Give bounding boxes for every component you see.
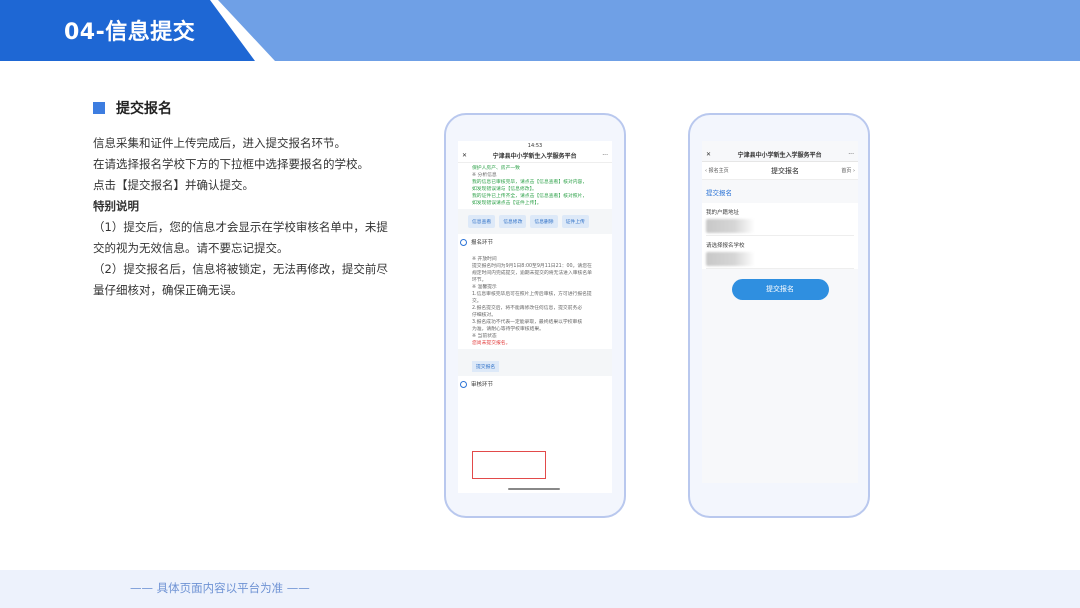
close-icon[interactable]: ✕: [462, 152, 467, 159]
status-line: 保护人房产、房产一致: [472, 166, 520, 171]
status-bar: [702, 141, 858, 148]
step-review: 审核环节: [458, 376, 612, 392]
close-icon[interactable]: ✕: [706, 151, 711, 158]
instruction-line: （2）提交报名后，信息将被锁定，无法再修改，提交前尽: [93, 262, 388, 276]
note-line: ※ 当前状态: [472, 334, 497, 339]
info-status-block: 保护人房产、房产一致 ※ 分析信息 我的信息已审核完毕，请点击【信息查看】核对内…: [458, 163, 612, 209]
sub-nav: ‹ 报名主页 提交报名 首页 ›: [702, 162, 858, 180]
phone-mockup-submit: ✕ 宁津县中小学新生入学服务平台 ··· ‹ 报名主页 提交报名 首页 › 提交…: [688, 113, 870, 518]
note-line: 交。: [472, 299, 482, 304]
note-line: 为准，请耐心等待学校审核结果。: [472, 327, 544, 332]
school-select-value[interactable]: [706, 252, 788, 266]
app-title: 宁津县中小学新生入学服务平台: [492, 153, 577, 160]
submit-form: 我的户籍地址 请选择报名学校: [702, 203, 858, 269]
app-nav-bar: ✕ 宁津县中小学新生入学服务平台 ···: [458, 149, 612, 163]
footer-note: —— 具体页面内容以平台为准 ——: [130, 581, 310, 595]
more-icon[interactable]: ···: [602, 152, 608, 159]
submit-registration-button[interactable]: 提交报名: [731, 279, 829, 300]
instruction-line: 点击【提交报名】并确认提交。: [93, 178, 254, 192]
info-edit-button[interactable]: 信息修改: [499, 215, 527, 228]
status-line: 如发现错误请与【信息修改】。: [472, 187, 537, 192]
special-note-heading: 特别说明: [93, 199, 139, 213]
step-label: 报名环节: [471, 240, 494, 246]
note-line: 1.信息审核完毕后可在照片上传后审核，方可进行报名提: [472, 292, 592, 297]
bullet-square-icon: [93, 102, 105, 114]
instruction-line: （1）提交后，您的信息才会显示在学校审核名单中，未提: [93, 220, 388, 234]
home-link[interactable]: 首页 ›: [841, 167, 855, 174]
instruction-line: 信息采集和证件上传完成后，进入提交报名环节。: [93, 136, 346, 150]
phone-screen: 14:53 ✕ 宁津县中小学新生入学服务平台 ··· 保护人房产、房产一致 ※ …: [458, 141, 612, 493]
household-address-value: [706, 219, 788, 233]
highlight-box: [472, 451, 546, 479]
status-line: 如发现错误请点击【证件上传】。: [472, 201, 542, 206]
instruction-line: 在请选择报名学校下方的下拉框中选择要报名的学校。: [93, 157, 369, 171]
note-line: 2.报名提交后，将不能再修改任何信息，提交前务必: [472, 306, 583, 311]
instructions-section: 提交报名 信息采集和证件上传完成后，进入提交报名环节。 在请选择报名学校下方的下…: [93, 98, 393, 301]
back-link[interactable]: ‹ 报名主页: [705, 167, 729, 174]
page-title: 04-信息提交: [64, 20, 196, 45]
school-select-label: 请选择报名学校: [706, 243, 745, 249]
note-line: 提交报名时间为9月1日8:00至9月11日21：00。请您在: [472, 264, 592, 269]
status-line: 我的信息已审核完毕，请点击【信息查看】核对内容，: [472, 180, 588, 185]
slide: 04-信息提交 提交报名 信息采集和证件上传完成后，进入提交报名环节。 在请选择…: [0, 0, 1080, 608]
submit-row: 提交报名: [458, 349, 612, 376]
notes-heading: ※ 开放时间: [472, 257, 497, 262]
status-heading: ※ 分析信息: [472, 173, 497, 178]
phone-screen: ✕ 宁津县中小学新生入学服务平台 ··· ‹ 报名主页 提交报名 首页 › 提交…: [702, 141, 858, 483]
page-heading: 提交报名: [771, 166, 799, 175]
step-register: 报名环节: [458, 234, 612, 250]
status-bar: 14:53: [527, 143, 543, 149]
status-line: 我的证件已上传齐全，请点击【信息查看】核对照片，: [472, 194, 588, 199]
form-section-label: 提交报名: [706, 189, 732, 197]
household-address-label: 我的户籍地址: [706, 210, 740, 216]
note-line: 仔细核对。: [472, 313, 496, 318]
app-title: 宁津县中小学新生入学服务平台: [737, 152, 822, 159]
step-circle-icon: [460, 238, 467, 246]
home-indicator: [508, 488, 560, 490]
action-buttons: 信息查看 信息修改 信息删除 证件上传: [458, 209, 612, 234]
upload-button[interactable]: 证件上传: [561, 215, 589, 228]
note-line: ※ 温馨提示: [472, 285, 497, 290]
app-nav-bar: ✕ 宁津县中小学新生入学服务平台 ···: [702, 148, 858, 162]
more-icon[interactable]: ···: [848, 151, 854, 158]
instruction-line: 量仔细核对，确保正确无误。: [93, 283, 243, 297]
notes-block: ※ 开放时间 提交报名时间为9月1日8:00至9月11日21：00。请您在 规定…: [458, 250, 612, 349]
section-heading: 提交报名: [93, 98, 393, 118]
instructions-text: 信息采集和证件上传完成后，进入提交报名环节。 在请选择报名学校下方的下拉框中选择…: [93, 133, 393, 301]
submit-button-small[interactable]: 提交报名: [472, 361, 500, 372]
note-line: 规定时间内完成提交，逾期未提交的将无法进入审核名单: [472, 271, 592, 276]
note-line: 3.报名成功不代表一定能录取，最终结果以学校审核: [472, 320, 583, 325]
note-line: 环节。: [472, 278, 487, 283]
info-view-button[interactable]: 信息查看: [468, 215, 496, 228]
step-circle-icon: [460, 380, 467, 388]
instruction-line: 交的视为无效信息。请不要忘记提交。: [93, 241, 289, 255]
section-title: 提交报名: [116, 101, 172, 117]
phone-mockup-registration: 14:53 ✕ 宁津县中小学新生入学服务平台 ··· 保护人房产、房产一致 ※ …: [444, 113, 626, 518]
step-label: 审核环节: [471, 382, 494, 388]
info-delete-button[interactable]: 信息删除: [530, 215, 558, 228]
not-submitted-status: 您尚未提交报名。: [472, 341, 511, 346]
